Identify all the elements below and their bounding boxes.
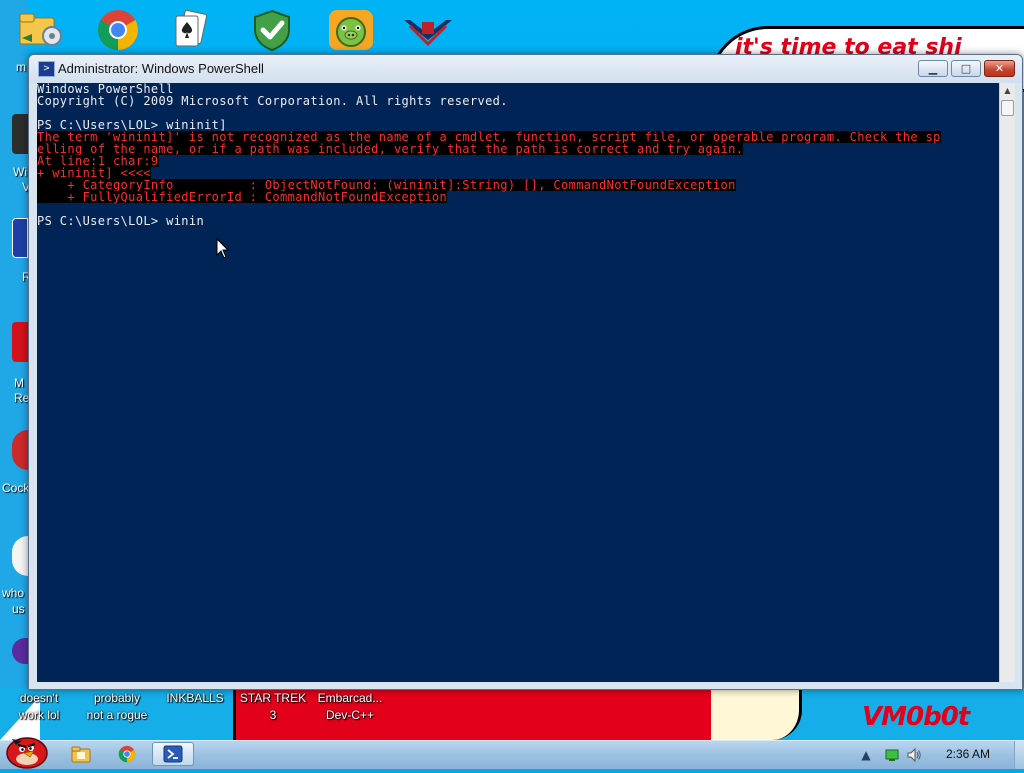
desktop-label-cock: Cock [2, 481, 30, 495]
scrollbar-thumb[interactable] [1001, 100, 1014, 116]
show-hidden-icons-arrow-icon[interactable]: ▲ [858, 747, 874, 763]
console-current-input[interactable]: PS C:\Users\LOL> winin [37, 215, 204, 227]
desktop-icon-label: probably [93, 691, 141, 705]
system-tray: ▲ 2:36 AM [856, 741, 1024, 769]
desktop-icon-label: INKBALLS [166, 691, 224, 705]
security-shield-icon[interactable] [246, 8, 298, 52]
minimize-icon: ▁ [928, 62, 938, 75]
desktop-label-m: m [16, 60, 26, 74]
desktop-icon-label: work lol [18, 708, 60, 722]
desktop-icon-probably-not-a-rogue[interactable]: probably not a rogue [78, 690, 156, 724]
partial-app-icon[interactable] [12, 114, 28, 154]
title-bar[interactable]: > Administrator: Windows PowerShell ▁ □ … [29, 55, 1022, 83]
desktop-icon-doesnt-work[interactable]: doesn't work lol [2, 690, 76, 724]
partial-blue-app-icon[interactable] [12, 218, 28, 258]
desktop-label-wi: Wi [13, 165, 27, 179]
desktop-icon-label: Embarcad... [317, 691, 383, 705]
angry-bird-start-icon [6, 737, 48, 769]
close-icon: ✕ [994, 62, 1005, 75]
taskbar-powershell-button[interactable] [152, 742, 194, 766]
desktop-icon-label: doesn't [19, 691, 59, 705]
wallpaper-signature: VM0b0t [862, 702, 970, 732]
show-desktop-button[interactable] [1014, 741, 1024, 769]
start-button[interactable] [0, 731, 54, 769]
taskbar: ▲ 2:36 AM [0, 737, 1024, 769]
console-output[interactable]: Windows PowerShell Copyright (C) 2009 Mi… [37, 83, 999, 682]
desktop-icon-label: Dev-C++ [325, 708, 375, 722]
window-title: Administrator: Windows PowerShell [58, 61, 264, 76]
desktop-icon-label: not a rogue [86, 708, 148, 722]
taskbar-explorer-button[interactable] [60, 742, 102, 766]
taskbar-chrome-button[interactable] [106, 742, 148, 766]
partial-red-app-icon[interactable] [12, 322, 28, 362]
bad-piggies-icon[interactable] [325, 8, 377, 52]
powershell-icon [163, 745, 183, 763]
desktop-icon-label: 3 [269, 708, 277, 722]
desktop-label-who1: who [2, 586, 25, 600]
chrome-icon[interactable] [92, 8, 144, 52]
chrome-icon [118, 745, 136, 763]
wallpaper-beige-panel [711, 688, 802, 740]
maximize-button[interactable]: □ [951, 60, 981, 77]
powershell-window[interactable]: > Administrator: Windows PowerShell ▁ □ … [28, 54, 1023, 690]
close-button[interactable]: ✕ [984, 60, 1015, 77]
solitaire-icon[interactable] [164, 8, 216, 52]
desktop-label-who2: us [12, 602, 25, 616]
powershell-icon[interactable]: > [38, 61, 55, 77]
scroll-up-arrow-icon[interactable]: ▲ [1000, 83, 1015, 98]
vmobot-logo-icon[interactable] [402, 8, 454, 52]
desktop-icon-inkballs[interactable]: INKBALLS [158, 690, 232, 707]
maximize-icon: □ [960, 62, 972, 75]
volume-icon[interactable] [906, 747, 922, 763]
vertical-scrollbar[interactable]: ▲ [999, 83, 1015, 682]
console-error-line: + FullyQualifiedErrorId : CommandNotFoun… [37, 190, 448, 204]
taskbar-clock[interactable]: 2:36 AM [946, 747, 990, 761]
desktop-icon-dev-cpp[interactable]: Embarcad... Dev-C++ [312, 690, 388, 724]
explorer-folder-icon [71, 746, 91, 763]
desktop-left-strip [0, 0, 28, 740]
minimize-button[interactable]: ▁ [918, 60, 948, 77]
desktop-icon-star-trek-3[interactable]: STAR TREK 3 [236, 690, 310, 724]
mouse-pointer-icon [216, 238, 230, 259]
folder-gear-icon[interactable] [14, 8, 66, 52]
desktop-icon-label: STAR TREK [239, 691, 307, 705]
network-icon[interactable] [884, 747, 900, 763]
console-line: Copyright (C) 2009 Microsoft Corporation… [37, 94, 508, 108]
desktop-label-mr1: M [14, 376, 24, 390]
